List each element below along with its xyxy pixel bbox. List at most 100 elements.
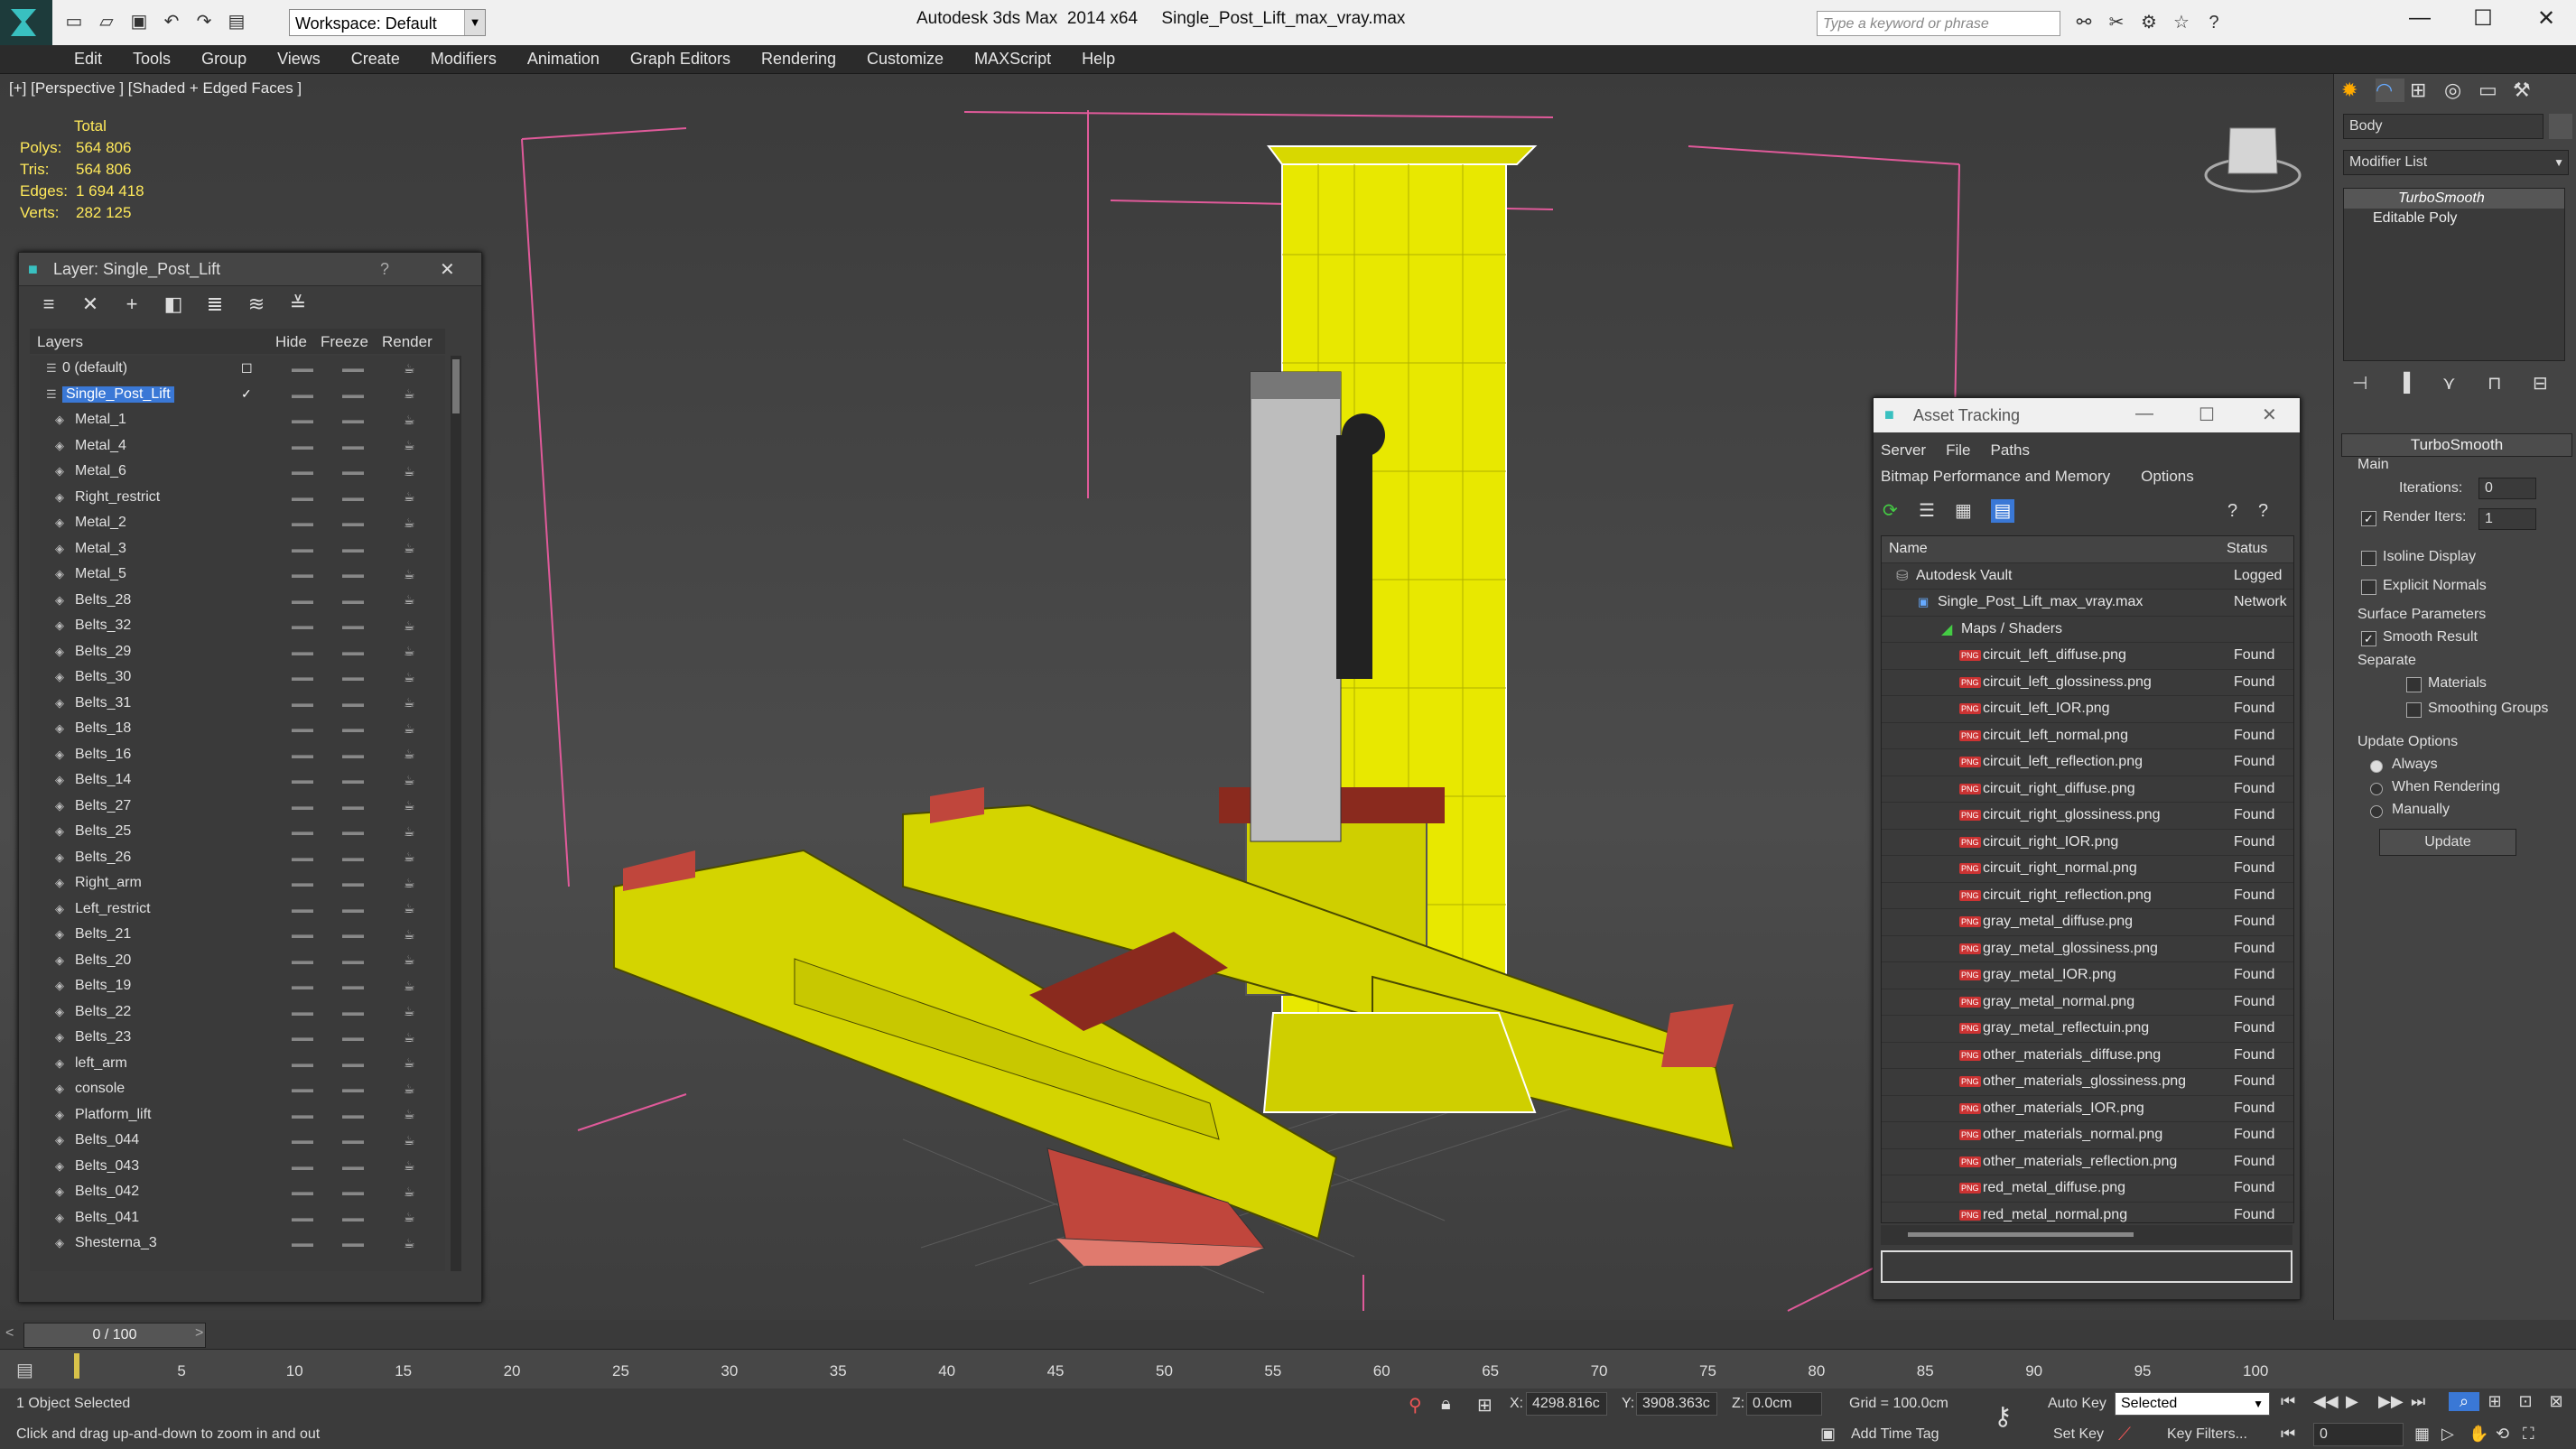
asset-row[interactable]: PNG gray_metal_IOR.png Found bbox=[1882, 962, 2293, 989]
layer-row[interactable]: ◈ Belts_044 ▬▬ ▬▬ ☕︎ bbox=[30, 1128, 445, 1154]
layer-row[interactable]: ◈ console ▬▬ ▬▬ ☕︎ bbox=[30, 1076, 445, 1102]
asset-row[interactable]: PNG circuit_left_IOR.png Found bbox=[1882, 696, 2293, 723]
delete-layer-icon[interactable]: ✕ bbox=[77, 291, 104, 318]
freeze-toggle[interactable]: ▬▬ bbox=[342, 800, 364, 813]
freeze-toggle[interactable]: ▬▬ bbox=[342, 1057, 364, 1070]
asset-row[interactable]: PNG circuit_right_diffuse.png Found bbox=[1882, 776, 2293, 803]
render-teapot-icon[interactable]: ☕︎ bbox=[404, 1030, 415, 1045]
menu-server[interactable]: Server bbox=[1881, 441, 1926, 460]
add-to-layer-icon[interactable]: + bbox=[118, 291, 145, 318]
asset-row[interactable]: PNG other_materials_diffuse.png Found bbox=[1882, 1043, 2293, 1069]
chevron-down-icon[interactable]: ▼ bbox=[464, 10, 485, 35]
asset-row[interactable]: ▣ Single_Post_Lift_max_vray.max Network bbox=[1882, 590, 2293, 617]
render-teapot-icon[interactable]: ☕︎ bbox=[404, 438, 415, 453]
time-config-icon[interactable]: ▦ bbox=[2414, 1425, 2441, 1444]
redo-icon[interactable]: ↷ bbox=[191, 9, 217, 34]
layer-row[interactable]: ◈ Belts_29 ▬▬ ▬▬ ☕︎ bbox=[30, 639, 445, 665]
close-icon[interactable]: ✕ bbox=[2262, 404, 2277, 426]
z-coordinate-field[interactable]: 0.0cm bbox=[1746, 1392, 1822, 1416]
render-teapot-icon[interactable]: ☕︎ bbox=[404, 747, 415, 762]
freeze-toggle[interactable]: ▬▬ bbox=[342, 413, 364, 426]
hide-toggle[interactable]: ▬▬ bbox=[292, 877, 313, 889]
hide-toggle[interactable]: ▬▬ bbox=[292, 903, 313, 915]
freeze-toggle[interactable]: ▬▬ bbox=[342, 465, 364, 478]
hide-toggle[interactable]: ▬▬ bbox=[292, 1212, 313, 1224]
freeze-toggle[interactable]: ▬▬ bbox=[342, 1109, 364, 1121]
column-render[interactable]: Render bbox=[382, 333, 432, 351]
render-teapot-icon[interactable]: ☕︎ bbox=[404, 618, 415, 634]
layer-row[interactable]: ◈ Platform_lift ▬▬ ▬▬ ☕︎ bbox=[30, 1102, 445, 1129]
hide-toggle[interactable]: ▬▬ bbox=[292, 1006, 313, 1018]
modifier-stack[interactable]: TurboSmooth Editable Poly bbox=[2343, 188, 2565, 361]
object-name-field[interactable]: Body bbox=[2343, 114, 2543, 139]
explicit-normals-checkbox[interactable] bbox=[2361, 580, 2376, 595]
hide-toggle[interactable]: ▬▬ bbox=[292, 465, 313, 478]
freeze-toggle[interactable]: ▬▬ bbox=[342, 1160, 364, 1173]
current-frame-field[interactable]: 0 bbox=[2313, 1423, 2404, 1446]
modifier-list-dropdown[interactable]: Modifier List ▼ bbox=[2343, 150, 2569, 175]
render-teapot-icon[interactable]: ☕︎ bbox=[404, 695, 415, 711]
freeze-toggle[interactable]: ▬▬ bbox=[342, 619, 364, 632]
freeze-toggle[interactable]: ▬▬ bbox=[342, 1185, 364, 1198]
go-to-start-icon[interactable]: ⏮ bbox=[2281, 1392, 2313, 1411]
freeze-toggle[interactable]: ▬▬ bbox=[342, 928, 364, 941]
hide-toggle[interactable]: ▬▬ bbox=[292, 619, 313, 632]
layer-row[interactable]: ◈ Belts_28 ▬▬ ▬▬ ☕︎ bbox=[30, 588, 445, 614]
menu-animation[interactable]: Animation bbox=[527, 50, 600, 69]
render-teapot-icon[interactable]: ☕︎ bbox=[404, 1107, 415, 1122]
menu-customize[interactable]: Customize bbox=[867, 50, 944, 69]
absolute-mode-icon[interactable]: ⊞ bbox=[1477, 1394, 1493, 1416]
asset-horizontal-scrollbar[interactable] bbox=[1881, 1225, 2292, 1245]
hide-toggle[interactable]: ▬▬ bbox=[292, 1185, 313, 1198]
minimize-icon[interactable]: — bbox=[2135, 404, 2153, 424]
layer-row[interactable]: ◈ Belts_14 ▬▬ ▬▬ ☕︎ bbox=[30, 767, 445, 794]
tools-icon[interactable]: ✂ bbox=[2104, 10, 2129, 35]
freeze-toggle[interactable]: ▬▬ bbox=[342, 568, 364, 581]
maximize-icon[interactable]: ☐ bbox=[2465, 5, 2501, 32]
layer-list[interactable]: ☰ 0 (default) ▬▬ ▬▬ ☕︎ ☐ ☰ Single_Post_Lift ▬▬ ▬▬… bbox=[30, 356, 445, 1271]
hide-toggle[interactable]: ▬▬ bbox=[292, 568, 313, 581]
column-freeze[interactable]: Freeze bbox=[321, 333, 368, 351]
asset-row[interactable]: PNG gray_metal_glossiness.png Found bbox=[1882, 936, 2293, 962]
freeze-toggle[interactable]: ▬▬ bbox=[342, 362, 364, 375]
orbit-icon[interactable]: ⟲ bbox=[2496, 1425, 2523, 1444]
refresh-icon[interactable]: ⟳ bbox=[1883, 499, 1906, 523]
freeze-toggle[interactable]: ▬▬ bbox=[342, 594, 364, 607]
create-tab-icon[interactable]: ✹ bbox=[2341, 79, 2370, 102]
freeze-all-icon[interactable]: ≚ bbox=[284, 291, 312, 318]
freeze-toggle[interactable]: ▬▬ bbox=[342, 980, 364, 992]
key-mode-dropdown[interactable]: Selected ▼ bbox=[2115, 1392, 2270, 1416]
remove-modifier-icon[interactable]: ⊓ bbox=[2488, 372, 2515, 395]
asset-row[interactable]: ⛁ Autodesk Vault Logged bbox=[1882, 563, 2293, 590]
next-frame-icon[interactable]: ▶▶ bbox=[2378, 1392, 2411, 1411]
hide-toggle[interactable]: ▬▬ bbox=[292, 1057, 313, 1070]
render-teapot-icon[interactable]: ☕︎ bbox=[404, 1055, 415, 1071]
zoom-icon[interactable]: ⌕ bbox=[2449, 1392, 2479, 1411]
render-iters-checkbox[interactable]: ✓ bbox=[2361, 511, 2376, 526]
freeze-toggle[interactable]: ▬▬ bbox=[342, 1082, 364, 1095]
show-end-result-icon[interactable]: ▐ bbox=[2397, 373, 2424, 394]
hide-toggle[interactable]: ▬▬ bbox=[292, 1237, 313, 1249]
freeze-toggle[interactable]: ▬▬ bbox=[342, 851, 364, 864]
layer-scrollbar[interactable] bbox=[451, 356, 461, 1271]
new-file-icon[interactable]: ▭ bbox=[61, 9, 87, 34]
hide-toggle[interactable]: ▬▬ bbox=[292, 1134, 313, 1147]
layer-row[interactable]: ◈ Metal_4 ▬▬ ▬▬ ☕︎ bbox=[30, 433, 445, 460]
menu-rendering[interactable]: Rendering bbox=[761, 50, 836, 69]
viewport-label[interactable]: [+] [Perspective ] [Shaded + Edged Faces… bbox=[9, 79, 302, 98]
layer-row[interactable]: ◈ Belts_30 ▬▬ ▬▬ ☕︎ bbox=[30, 664, 445, 691]
hide-toggle[interactable]: ▬▬ bbox=[292, 362, 313, 375]
manually-radio[interactable] bbox=[2370, 805, 2383, 818]
smooth-result-checkbox[interactable]: ✓ bbox=[2361, 631, 2376, 646]
hide-toggle[interactable]: ▬▬ bbox=[292, 516, 313, 529]
layer-row[interactable]: ◈ Metal_3 ▬▬ ▬▬ ☕︎ bbox=[30, 536, 445, 562]
menu-modifiers[interactable]: Modifiers bbox=[431, 50, 497, 69]
table-view-icon[interactable]: ▤ bbox=[1991, 499, 2014, 523]
render-teapot-icon[interactable]: ☕︎ bbox=[404, 1236, 415, 1251]
render-teapot-icon[interactable]: ☕︎ bbox=[404, 1082, 415, 1097]
hide-toggle[interactable]: ▬▬ bbox=[292, 491, 313, 504]
asset-row[interactable]: PNG other_materials_reflection.png Found bbox=[1882, 1149, 2293, 1175]
iterations-spinner[interactable]: 0 bbox=[2478, 478, 2536, 499]
asset-row[interactable]: PNG circuit_left_diffuse.png Found bbox=[1882, 643, 2293, 670]
time-slider-thumb[interactable]: 0 / 100 bbox=[23, 1323, 206, 1348]
